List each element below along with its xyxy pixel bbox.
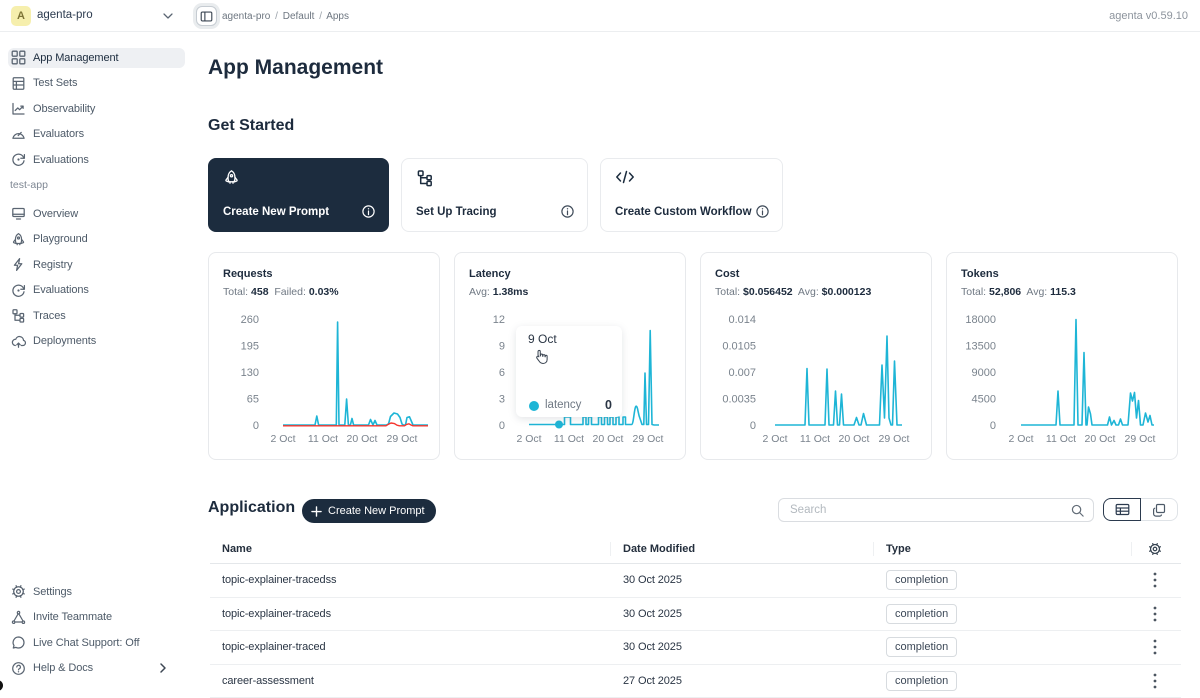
svg-text:29 Oct: 29 Oct xyxy=(633,433,664,445)
svg-text:2 Oct: 2 Oct xyxy=(516,433,541,445)
svg-text:260: 260 xyxy=(241,314,259,326)
svg-text:20 Oct: 20 Oct xyxy=(839,433,870,445)
svg-text:29 Oct: 29 Oct xyxy=(387,433,418,445)
svg-text:9: 9 xyxy=(499,340,505,352)
svg-text:0: 0 xyxy=(990,420,996,432)
svg-text:11 Oct: 11 Oct xyxy=(308,433,338,445)
svg-text:12: 12 xyxy=(493,314,505,326)
svg-text:130: 130 xyxy=(241,367,259,379)
svg-text:29 Oct: 29 Oct xyxy=(879,433,910,445)
svg-text:0.007: 0.007 xyxy=(728,367,756,379)
svg-text:4500: 4500 xyxy=(972,393,996,405)
svg-text:11 Oct: 11 Oct xyxy=(554,433,584,445)
svg-text:6: 6 xyxy=(499,367,505,379)
svg-text:13500: 13500 xyxy=(965,340,996,352)
svg-text:2 Oct: 2 Oct xyxy=(762,433,787,445)
svg-text:0: 0 xyxy=(499,420,505,432)
svg-text:2 Oct: 2 Oct xyxy=(1008,433,1033,445)
svg-text:0.0105: 0.0105 xyxy=(722,340,756,352)
svg-text:20 Oct: 20 Oct xyxy=(1085,433,1116,445)
svg-text:2 Oct: 2 Oct xyxy=(270,433,295,445)
svg-text:18000: 18000 xyxy=(965,314,996,326)
svg-text:0.0035: 0.0035 xyxy=(722,393,756,405)
svg-text:29 Oct: 29 Oct xyxy=(1125,433,1156,445)
svg-text:20 Oct: 20 Oct xyxy=(347,433,378,445)
svg-text:11 Oct: 11 Oct xyxy=(1046,433,1076,445)
svg-text:20 Oct: 20 Oct xyxy=(593,433,624,445)
svg-text:3: 3 xyxy=(499,393,505,405)
svg-text:195: 195 xyxy=(241,340,259,352)
svg-text:11 Oct: 11 Oct xyxy=(800,433,830,445)
svg-text:65: 65 xyxy=(247,393,259,405)
svg-text:0.014: 0.014 xyxy=(728,314,756,326)
svg-text:0: 0 xyxy=(253,420,259,432)
svg-text:9000: 9000 xyxy=(972,367,996,379)
svg-text:0: 0 xyxy=(750,420,756,432)
